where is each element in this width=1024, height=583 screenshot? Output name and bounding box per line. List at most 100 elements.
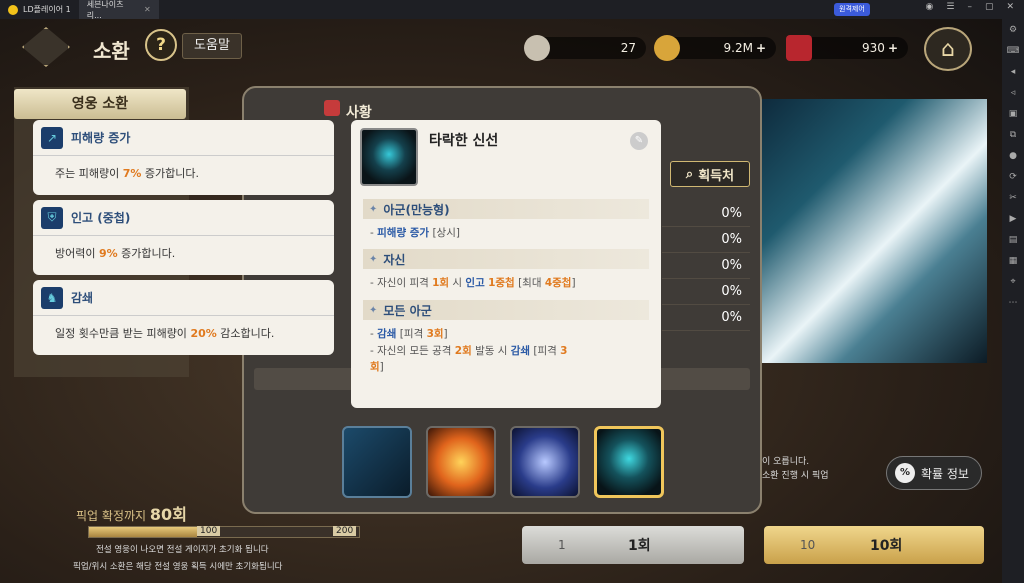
skill-portrait bbox=[360, 128, 418, 186]
section-line: - 감쇄 [피격 3회] bbox=[370, 328, 448, 340]
multi-window-icon[interactable]: ⧉ bbox=[1010, 129, 1016, 141]
figure-icon: ♞ bbox=[41, 286, 63, 309]
folder-icon[interactable]: ▤ bbox=[1009, 234, 1018, 246]
close-icon[interactable]: ✕ bbox=[1006, 2, 1014, 12]
add-gold-button[interactable]: + bbox=[756, 41, 766, 55]
spear-skill-icon[interactable] bbox=[510, 426, 580, 498]
tab-label: 세븐나이츠 리... bbox=[86, 0, 124, 20]
tab-label: LD플레이어 1 bbox=[23, 5, 71, 14]
section-line: 회] bbox=[370, 361, 384, 373]
summon-label: 10회 bbox=[870, 538, 903, 554]
percent-icon: % bbox=[895, 463, 915, 483]
hero-name: 사황 bbox=[346, 105, 372, 121]
record-icon[interactable]: ● bbox=[1009, 150, 1017, 162]
arrow-icon: ↗ bbox=[41, 126, 63, 149]
window-controls: ◉ ☰ – ▢ ✕ bbox=[926, 2, 1015, 12]
screenshot-icon[interactable]: ▣ bbox=[1009, 108, 1018, 120]
shield-icon: ⛨ bbox=[41, 206, 63, 229]
ldplayer-logo-icon bbox=[8, 4, 18, 15]
summon-label: 1회 bbox=[628, 538, 651, 554]
window-titlebar: LD플레이어 1 세븐나이츠 리... ✕ bbox=[0, 0, 1024, 29]
summon-cost: 1 bbox=[558, 538, 566, 552]
ruby-counter: 930 + bbox=[786, 35, 908, 61]
buff-description: 일정 횟수만큼 받는 피해량이 20% 감소합니다. bbox=[55, 327, 275, 340]
skill-icon-row bbox=[342, 426, 664, 498]
summon-1-button[interactable]: 1 1회 bbox=[522, 526, 744, 564]
video-icon[interactable]: ▶ bbox=[1010, 213, 1017, 225]
add-ruby-button[interactable]: + bbox=[888, 41, 898, 55]
game-viewport: 소환 ? 도움말 27 9.2M + 930 + ⌂ 영웅 소환 이 오릅니다. 소… bbox=[0, 19, 1002, 583]
back-button[interactable] bbox=[22, 27, 70, 67]
hero-class-icon bbox=[324, 100, 340, 116]
buff-name: 인고 (중첩) bbox=[71, 211, 131, 225]
volume-down-icon[interactable]: ◃ bbox=[1011, 87, 1016, 99]
emulator-sidebar: ⚙ ⌨ ◂ ◃ ▣ ⧉ ● ⟳ ✂ ▶ ▤ ▦ ⌖ ⋯ bbox=[1002, 19, 1024, 583]
hero-artwork bbox=[760, 99, 987, 363]
hero-summon-tab[interactable]: 영웅 소환 bbox=[14, 89, 186, 119]
home-icon: ⌂ bbox=[941, 36, 955, 62]
summon-10-button[interactable]: 10 10회 bbox=[764, 526, 984, 564]
buff-name: 감쇄 bbox=[71, 291, 94, 305]
skill-title: 타락한 신선 bbox=[429, 133, 499, 149]
bar-mark-100: 100 bbox=[197, 526, 221, 536]
tab-game[interactable]: 세븐나이츠 리... ✕ bbox=[0, 0, 159, 29]
home-button[interactable]: ⌂ bbox=[924, 27, 972, 71]
buff-description: 주는 피해량이 7% 증가합니다. bbox=[55, 167, 199, 180]
ticket-counter: 27 bbox=[524, 35, 646, 61]
pin-icon[interactable]: ✎ bbox=[630, 132, 648, 150]
target-icon: ✦ bbox=[369, 253, 378, 265]
menu-icon[interactable]: ☰ bbox=[946, 2, 954, 12]
buff-tooltip-endurance: ⛨ 인고 (중첩) 방어력이 9% 증가합니다. bbox=[33, 200, 334, 275]
pickup-progress-fill bbox=[89, 527, 197, 537]
buff-tooltip-damage-up: ↗ 피해량 증가 주는 피해량이 7% 증가합니다. bbox=[33, 120, 334, 195]
sword-slash-skill-icon[interactable] bbox=[342, 426, 412, 498]
reset-note: 전설 영웅이 나오면 전설 게이지가 초기화 됩니다 bbox=[96, 545, 269, 555]
stat-percent: 0% bbox=[662, 201, 750, 227]
probability-info-button[interactable]: % 확률 정보 bbox=[886, 456, 982, 490]
restore-icon[interactable]: ▢ bbox=[985, 2, 994, 12]
help-icon[interactable]: ? bbox=[145, 29, 177, 61]
tab-ldplayer[interactable]: LD플레이어 1 bbox=[0, 0, 79, 19]
buff-tooltip-reduction: ♞ 감쇄 일정 횟수만큼 받는 피해량이 20% 감소합니다. bbox=[33, 280, 334, 355]
stat-percent: 0% bbox=[662, 279, 750, 305]
gold-coin-icon bbox=[654, 35, 680, 61]
buff-name: 피해량 증가 bbox=[71, 131, 131, 145]
minimize-icon[interactable]: – bbox=[967, 2, 972, 12]
section-line: - 자신이 피격 1회 시 인고 1중첩 [최대 4중첩] bbox=[370, 277, 576, 289]
settings-icon[interactable]: ⚙ bbox=[1009, 24, 1017, 36]
section-self: ✦ 자신 bbox=[363, 249, 649, 269]
more-icon[interactable]: ⋯ bbox=[1009, 297, 1018, 309]
apk-icon[interactable]: ▦ bbox=[1009, 255, 1018, 267]
section-all-allies: ✦ 모든 아군 bbox=[363, 300, 649, 320]
help-button[interactable]: 도움말 bbox=[182, 33, 242, 59]
sync-icon[interactable]: ⟳ bbox=[1009, 171, 1017, 183]
ruby-icon bbox=[786, 35, 812, 61]
account-icon[interactable]: ◉ bbox=[926, 2, 934, 12]
operation-icon[interactable]: ✂ bbox=[1009, 192, 1017, 204]
stat-percent: 0% bbox=[662, 227, 750, 253]
remote-control-button[interactable]: 원격제어 bbox=[834, 3, 870, 16]
section-line: - 자신의 모든 공격 2회 발동 시 감쇄 [피격 3 bbox=[370, 345, 568, 357]
close-tab-icon[interactable]: ✕ bbox=[144, 5, 151, 14]
location-icon[interactable]: ⌖ bbox=[1010, 276, 1015, 288]
stat-percent: 0% bbox=[662, 305, 750, 331]
keyboard-icon[interactable]: ⌨ bbox=[1007, 45, 1020, 57]
reset-note-2: 픽업/위시 소환은 해당 전설 영웅 획득 시에만 초기화됩니다 bbox=[73, 562, 283, 572]
ticket-icon bbox=[524, 35, 550, 61]
dark-sage-skill-icon[interactable] bbox=[594, 426, 664, 498]
right-notes: 이 오릅니다. 소환 진행 시 픽업 bbox=[762, 457, 829, 481]
page-title: 소환 bbox=[93, 39, 130, 63]
bar-mark-200: 200 bbox=[333, 526, 357, 536]
section-line: - 피해량 증가 [상시] bbox=[370, 227, 460, 239]
acquisition-source-button[interactable]: ⌕ 획득처 bbox=[670, 161, 750, 187]
volume-up-icon[interactable]: ◂ bbox=[1011, 66, 1016, 78]
summon-cost: 10 bbox=[800, 538, 816, 552]
stat-percent: 0% bbox=[662, 253, 750, 279]
stat-percent-list: 0% 0% 0% 0% 0% bbox=[662, 201, 750, 331]
explosion-skill-icon[interactable] bbox=[426, 426, 496, 498]
search-icon: ⌕ bbox=[685, 166, 694, 182]
target-icon: ✦ bbox=[369, 304, 378, 316]
skill-detail-card: 타락한 신선 ✎ ✦ 아군(만능형) - 피해량 증가 [상시] ✦ 자신 - … bbox=[351, 120, 661, 408]
target-icon: ✦ bbox=[369, 203, 378, 215]
pickup-progress-label: 픽업 확정까지 80회 bbox=[76, 505, 187, 524]
